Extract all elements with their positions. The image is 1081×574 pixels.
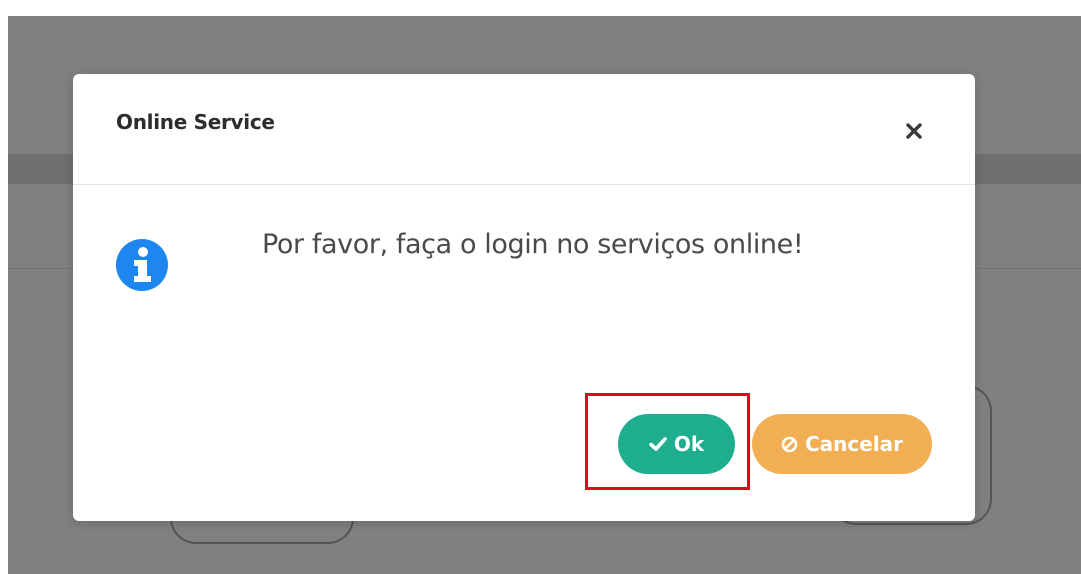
close-icon [906,123,922,139]
close-button[interactable] [899,116,929,146]
check-icon [649,437,667,451]
cancel-button-label: Cancelar [804,432,904,456]
dialog-body: Por favor, faça o login no serviços onli… [73,185,975,415]
ban-icon [781,436,798,452]
info-circle-icon [116,239,168,291]
cancel-button[interactable]: Cancelar [752,414,932,474]
dialog-title: Online Service [116,110,275,134]
dialog-message: Por favor, faça o login no serviços onli… [262,229,804,260]
online-service-dialog: Online Service Por favor, faça o login n… [73,74,975,521]
ok-button-label: Ok [673,432,705,456]
dialog-header: Online Service [73,74,975,185]
ok-button[interactable]: Ok [618,414,735,474]
